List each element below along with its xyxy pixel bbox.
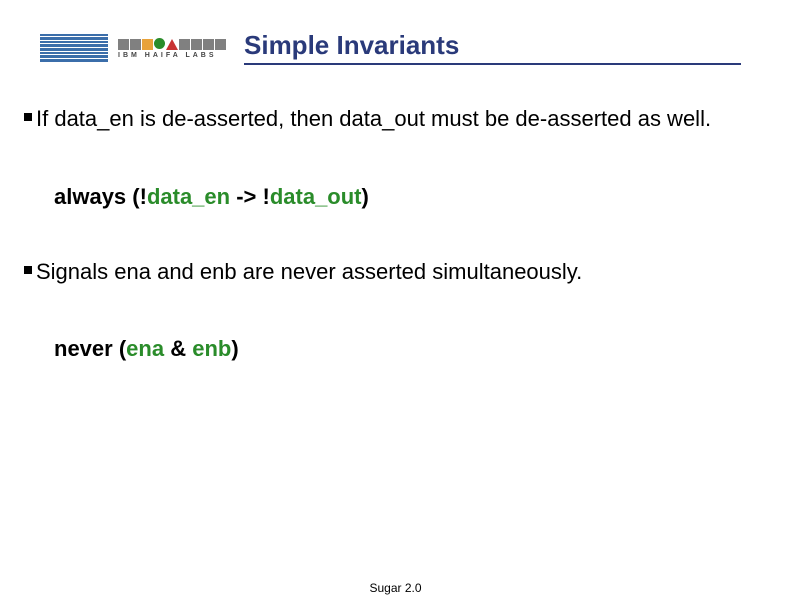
bullet-icon (24, 113, 32, 121)
slide-content: If data_en is de-asserted, then data_out… (0, 65, 791, 362)
slide-title: Simple Invariants (244, 30, 741, 65)
code-expression-1: always (!data_en -> !data_out) (54, 184, 761, 210)
bullet-item-2: Signals ena and enb are never asserted s… (24, 258, 761, 363)
slide-header: IBM HAIFA LABS Simple Invariants (0, 0, 791, 65)
slide-footer: Sugar 2.0 (0, 581, 791, 595)
ibm-haifa-labs-logo: IBM HAIFA LABS (118, 36, 226, 59)
code-expression-2: never (ena & enb) (54, 336, 761, 362)
haifa-labs-label: IBM HAIFA LABS (118, 52, 217, 59)
bullet-text-1: If data_en is de-asserted, then data_out… (36, 105, 711, 134)
ibm-logo (40, 34, 108, 62)
bullet-item-1: If data_en is de-asserted, then data_out… (24, 105, 761, 210)
bullet-text-2: Signals ena and enb are never asserted s… (36, 258, 582, 287)
bullet-icon (24, 266, 32, 274)
